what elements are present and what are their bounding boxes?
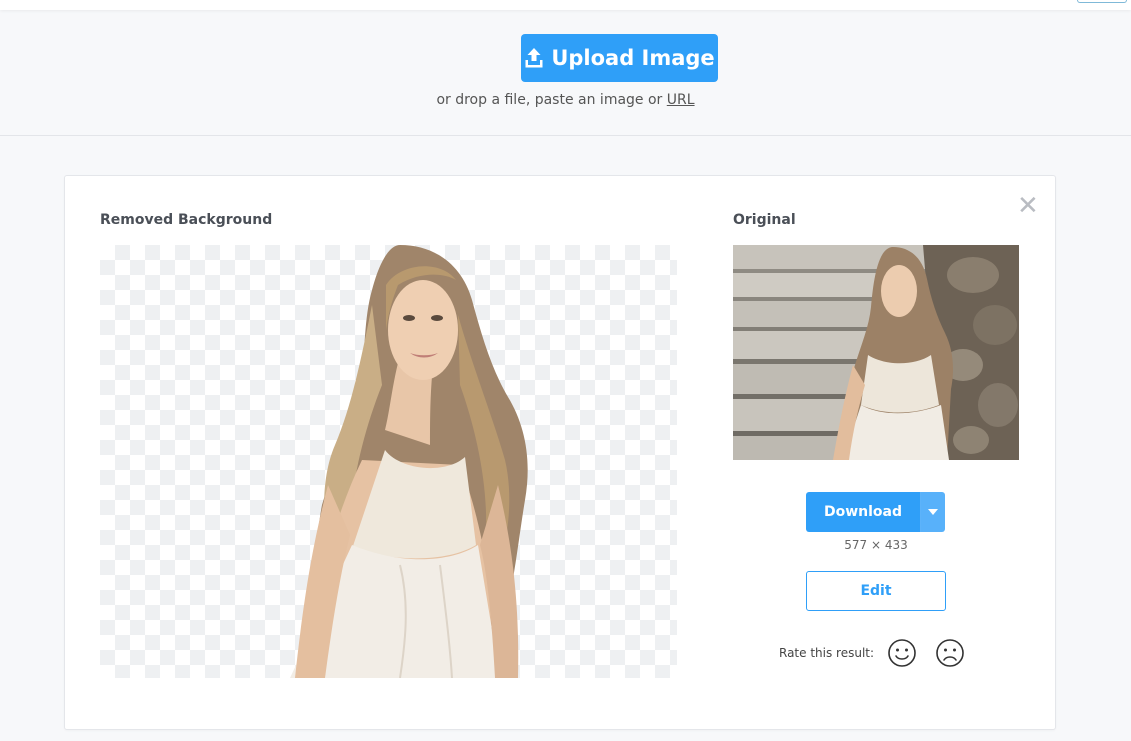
removed-background-title: Removed Background <box>100 212 273 228</box>
upload-icon <box>524 47 544 69</box>
edit-button[interactable]: Edit <box>806 571 946 611</box>
url-link[interactable]: URL <box>667 92 695 108</box>
rate-label: Rate this result: <box>779 646 875 660</box>
chevron-down-icon <box>928 507 938 518</box>
original-image <box>733 245 1019 460</box>
upload-hint-text: or drop a file, paste an image or <box>436 92 667 108</box>
removed-background-image <box>100 245 677 678</box>
smiley-face-icon[interactable] <box>887 638 917 668</box>
result-card: ✕ Removed Background Original Download 5… <box>64 175 1056 730</box>
upload-area: Upload Image or drop a file, paste an im… <box>0 10 1131 136</box>
download-group: Download <box>806 492 946 532</box>
close-icon[interactable]: ✕ <box>1017 193 1039 219</box>
upload-button-label: Upload Image <box>551 46 715 70</box>
original-title: Original <box>733 212 796 228</box>
sad-face-icon[interactable] <box>935 638 965 668</box>
top-corner-decoration <box>1077 0 1127 3</box>
download-options-button[interactable] <box>920 492 945 532</box>
upload-hint: or drop a file, paste an image or URL <box>0 92 1131 108</box>
upload-image-button[interactable]: Upload Image <box>521 34 718 82</box>
top-bar <box>0 0 1131 10</box>
image-dimensions: 577 × 433 <box>844 538 908 552</box>
download-button[interactable]: Download <box>806 492 920 532</box>
